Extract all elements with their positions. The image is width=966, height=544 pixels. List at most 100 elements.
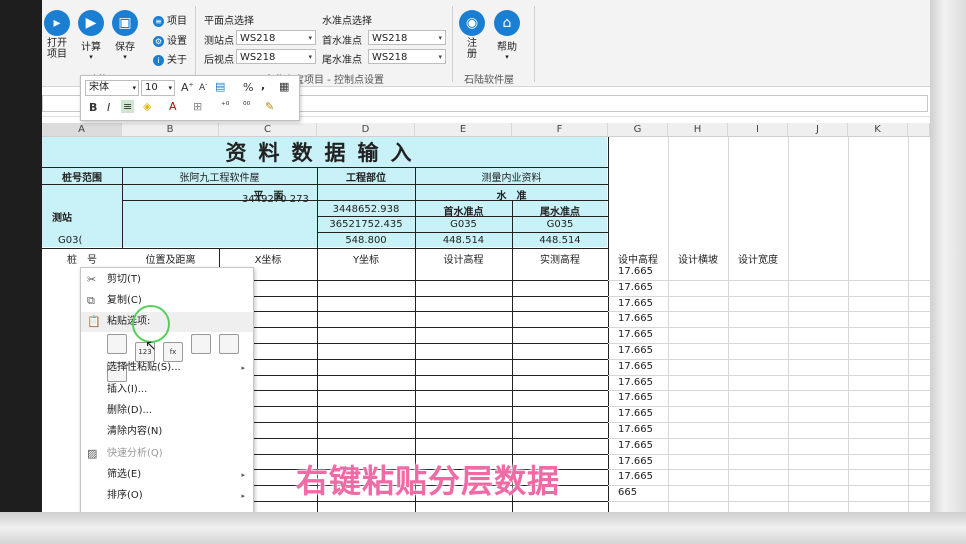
help-button[interactable]: ⌂ 帮助 ▾ [488, 10, 526, 61]
backsight-select[interactable]: WS218 ▾ [236, 49, 316, 64]
paste-formatting-icon[interactable] [219, 334, 239, 354]
fill-color-icon[interactable]: ◈ [143, 100, 151, 113]
gridline [608, 437, 930, 439]
paste-special-label: 选择性粘贴(S)... [107, 362, 181, 373]
first-bm-height[interactable]: 448.514 [415, 235, 512, 246]
column-header-a[interactable]: A [42, 123, 122, 137]
gridline [608, 311, 930, 313]
menu-item-clear[interactable]: 清除内容(N) [81, 422, 253, 442]
formula-input[interactable] [208, 95, 928, 112]
row-border [219, 311, 608, 313]
design-center-height-cell[interactable]: 17.665 [608, 361, 668, 372]
column-header-j[interactable]: J [788, 123, 848, 137]
design-center-height-cell[interactable]: 17.665 [608, 329, 668, 340]
design-center-height-cell[interactable]: 17.665 [608, 282, 668, 293]
column-header-c[interactable]: C [219, 123, 317, 137]
partial-x-value: 3449270 273 [242, 194, 309, 205]
menu-item-insert[interactable]: 插入(I)... [81, 380, 253, 400]
column-header-i[interactable]: I [728, 123, 788, 137]
format-painter-icon[interactable]: ✎ [265, 100, 274, 113]
bold-icon[interactable]: B [89, 101, 97, 114]
column-header-f[interactable]: F [512, 123, 608, 137]
menu-item-paste-special[interactable]: 选择性粘贴(S)... ▸ [81, 358, 253, 378]
column-header-h[interactable]: H [668, 123, 728, 137]
scissors-icon: ✂ [87, 273, 97, 286]
cell-a-value[interactable]: G03( [58, 235, 88, 246]
design-center-height-cell[interactable]: 665 [608, 487, 668, 498]
last-bm-select[interactable]: WS218 ▾ [368, 49, 446, 64]
font-value: 宋体 [89, 82, 109, 93]
last-bm-name[interactable]: G035 [512, 219, 608, 230]
row-border [219, 437, 608, 439]
design-center-height-cell[interactable]: 17.665 [608, 392, 668, 403]
first-bm-name[interactable]: G035 [415, 219, 512, 230]
column-header-d[interactable]: D [317, 123, 415, 137]
menu-item-delete[interactable]: 删除(D)... [81, 401, 253, 421]
chevron-right-icon: ▸ [241, 364, 245, 372]
ribbon: ▸ 打开 项目 ▶ 计算 ▾ ▣ 保存 ▾ ≡项目 ⚙设置 i关于 功能 平面点… [42, 0, 930, 87]
company-cell[interactable]: 张阿九工程软件屋 [122, 169, 317, 184]
column-header-k[interactable]: K [848, 123, 908, 137]
italic-icon[interactable]: I [107, 101, 110, 114]
level-group-title: 水准点选择 [322, 16, 372, 27]
column-header-b[interactable]: B [122, 123, 219, 137]
paste-icon[interactable] [107, 334, 127, 354]
menu-item-sort[interactable]: 排序(O) ▸ [81, 486, 253, 506]
value-d1[interactable]: 3448652.938 [317, 204, 415, 215]
about-item[interactable]: i 关于 [153, 51, 187, 66]
last-bm-height[interactable]: 448.514 [512, 235, 608, 246]
font-color-icon[interactable]: A [169, 100, 177, 113]
project-item[interactable]: ≡ 项目 [153, 12, 187, 27]
grow-font-icon[interactable]: A+ [181, 81, 194, 94]
design-center-height-cell[interactable]: 17.665 [608, 440, 668, 451]
design-width-header: 设计宽度 [738, 255, 778, 266]
register-label: 注 册 [467, 38, 477, 60]
design-center-height-cell[interactable]: 17.665 [608, 424, 668, 435]
station-select[interactable]: WS218 ▾ [236, 30, 316, 45]
value-d3[interactable]: 548.800 [317, 235, 415, 246]
design-center-height-cell[interactable]: 17.665 [608, 345, 668, 356]
menu-item-quick-analysis: ▨ 快速分析(Q) [81, 444, 253, 464]
chevron-down-icon: ▾ [168, 84, 172, 92]
open-project-button[interactable]: ▸ 打开 项目 [42, 10, 76, 60]
calculate-button[interactable]: ▶ 计算 ▾ [72, 10, 110, 61]
format-table-icon[interactable]: ▦ [279, 80, 289, 93]
design-center-height-cell[interactable]: 17.665 [608, 471, 668, 482]
column-header-extra [908, 123, 930, 137]
design-center-height-cell[interactable]: 17.665 [608, 408, 668, 419]
insert-label: 插入(I)... [107, 384, 148, 395]
comma-icon[interactable]: , [261, 79, 265, 92]
decrease-decimal-icon[interactable]: ⁰⁰ [243, 101, 250, 111]
divider [534, 6, 535, 82]
frame-border-bottom [0, 512, 966, 544]
design-center-height-cell[interactable]: 17.665 [608, 298, 668, 309]
column-header-e[interactable]: E [415, 123, 512, 137]
percent-icon[interactable]: % [243, 81, 253, 94]
font-size-select[interactable]: 10 ▾ [141, 80, 175, 96]
increase-decimal-icon[interactable]: ⁺⁰ [221, 101, 229, 111]
font-select[interactable]: 宋体 ▾ [85, 80, 139, 96]
gridline [608, 485, 930, 487]
save-button[interactable]: ▣ 保存 ▾ [106, 10, 144, 61]
currency-icon[interactable]: ▤ [215, 80, 225, 93]
design-center-height-cell[interactable]: 17.665 [608, 266, 668, 277]
filter-label: 筛选(E) [107, 469, 142, 480]
design-center-height-cell[interactable]: 17.665 [608, 377, 668, 388]
context-menu: ✂ 剪切(T) ⧉ 复制(C) 📋 粘贴选项: 123 fx 选择性粘贴(S)... ▸ … [80, 267, 254, 512]
value-d2[interactable]: 36521752.435 [317, 219, 415, 230]
menu-item-copy[interactable]: ⧉ 复制(C) [81, 291, 253, 311]
settings-item[interactable]: ⚙ 设置 [153, 32, 187, 47]
register-button[interactable]: ◉ 注 册 [453, 10, 491, 60]
design-center-height-cell[interactable]: 17.665 [608, 313, 668, 324]
borders-icon[interactable]: ⊞ [193, 100, 202, 113]
help-label: 帮助 [497, 42, 517, 53]
paste-transpose-icon[interactable] [191, 334, 211, 354]
align-center-icon[interactable]: ≡ [121, 100, 135, 113]
column-header-g[interactable]: G [608, 123, 668, 137]
font-size-value: 10 [145, 82, 158, 93]
shrink-font-icon[interactable]: A- [199, 81, 207, 93]
menu-item-filter[interactable]: 筛选(E) ▸ [81, 465, 253, 485]
menu-item-cut[interactable]: ✂ 剪切(T) [81, 270, 253, 290]
design-center-height-cell[interactable]: 17.665 [608, 456, 668, 467]
first-bm-select[interactable]: WS218 ▾ [368, 30, 446, 45]
